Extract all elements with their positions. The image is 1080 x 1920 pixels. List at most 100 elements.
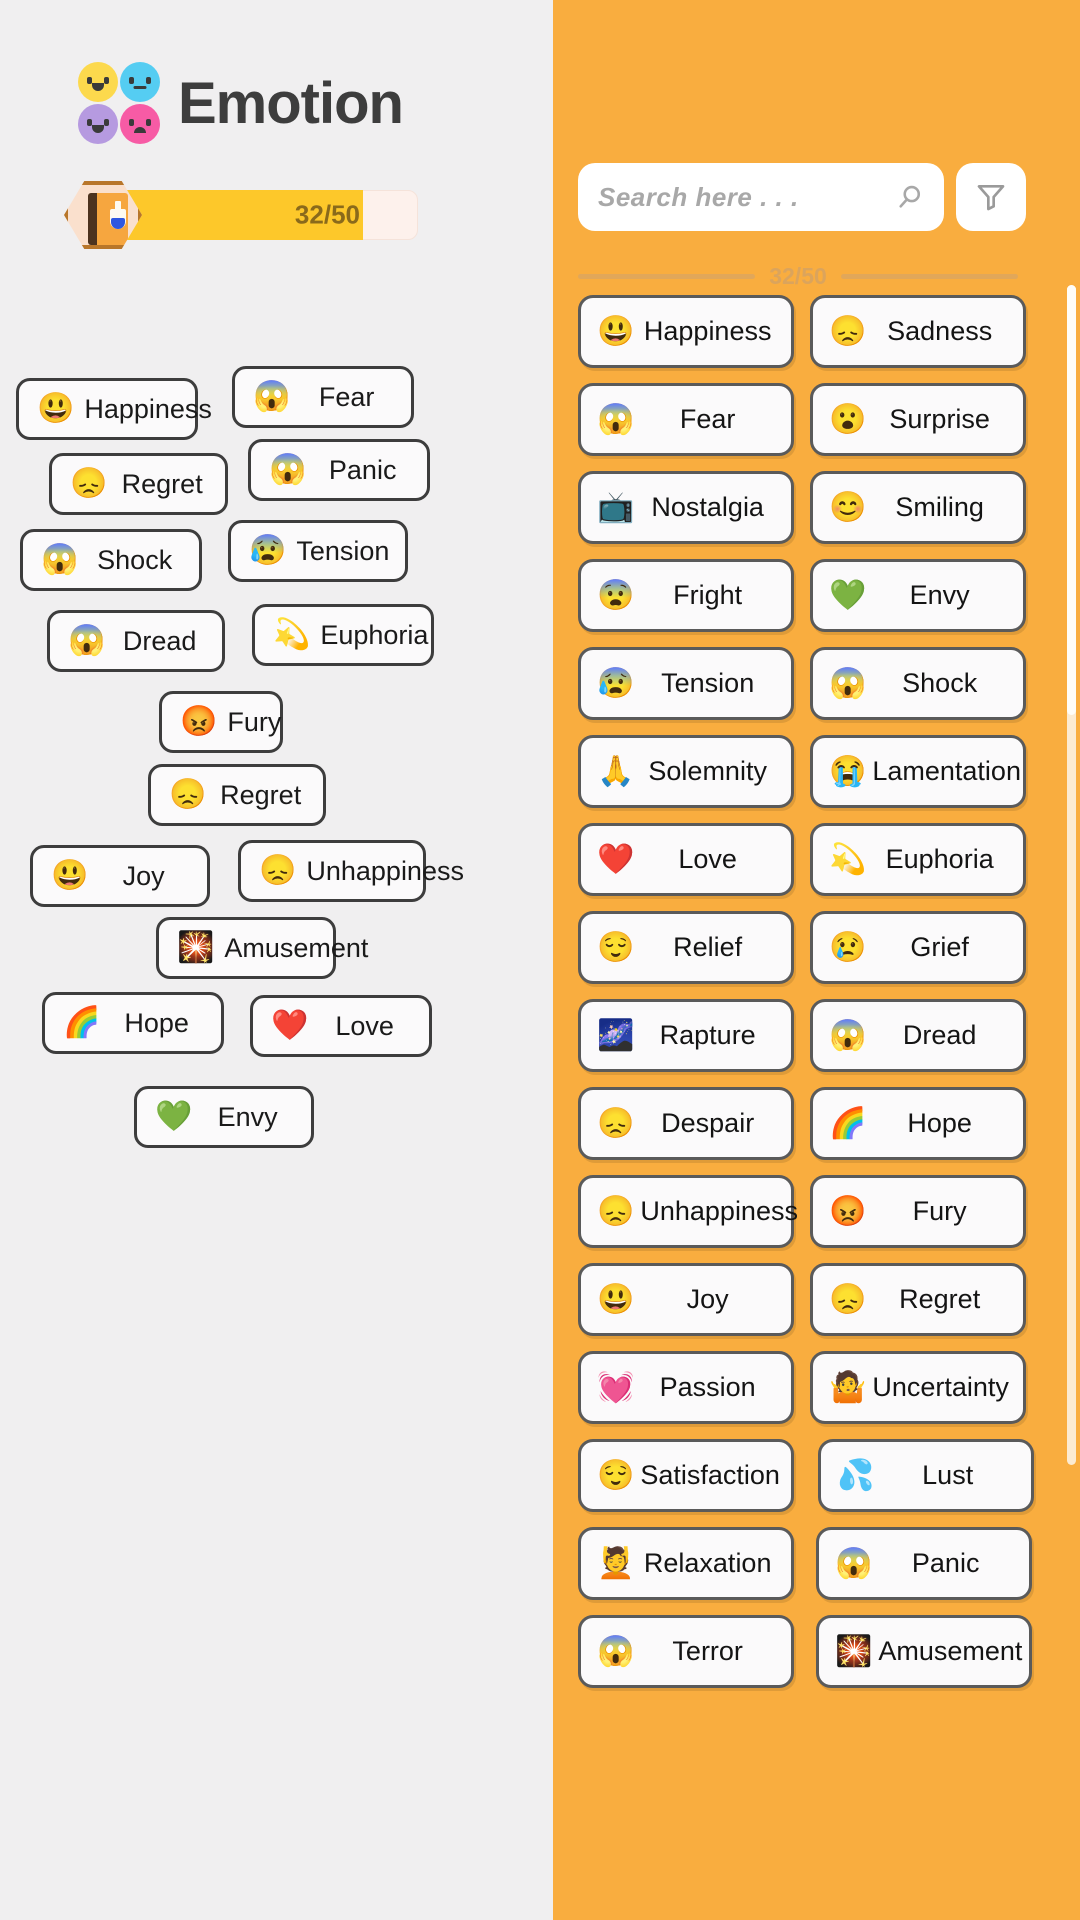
list-row: 😨 Fright 💚 Envy bbox=[553, 559, 1080, 632]
emotion-chip[interactable]: 🎇 Amusement bbox=[156, 917, 368, 979]
logo-face-yellow bbox=[78, 62, 118, 102]
list-row: 💆 Relaxation 😱 Panic bbox=[553, 1527, 1080, 1600]
list-item-label: Lamentation bbox=[872, 756, 1021, 786]
list-item-label: Rapture bbox=[659, 1020, 756, 1050]
search-input[interactable]: Search here . . . bbox=[598, 182, 896, 213]
list-item[interactable]: 😱 Panic bbox=[816, 1527, 1032, 1600]
list-item[interactable]: 😱 Shock bbox=[810, 647, 1026, 720]
list-item-label: Fury bbox=[912, 1196, 967, 1226]
list-item-label: Nostalgia bbox=[651, 492, 764, 522]
chip-emoji-icon: 😞 bbox=[169, 778, 207, 811]
list-item[interactable]: 📺 Nostalgia bbox=[578, 471, 794, 544]
list-item[interactable]: 🙏 Solemnity bbox=[578, 735, 794, 808]
list-item[interactable]: 😞 Sadness bbox=[810, 295, 1026, 368]
list-item-label: Relaxation bbox=[643, 1548, 772, 1578]
list-item[interactable]: 🎇 Amusement bbox=[816, 1615, 1032, 1688]
search-input-wrapper[interactable]: Search here . . . bbox=[578, 163, 944, 231]
list-item[interactable]: ❤️ Love bbox=[578, 823, 794, 896]
emotion-chip[interactable]: 😱 Fear bbox=[232, 366, 414, 428]
list-item-emoji-icon: 😃 bbox=[597, 314, 635, 348]
emotion-chip[interactable]: 😰 Tension bbox=[228, 520, 408, 582]
emotion-chip[interactable]: 💚 Envy bbox=[134, 1086, 314, 1148]
list-item-label: Relief bbox=[673, 932, 743, 962]
search-row: Search here . . . bbox=[578, 163, 1026, 231]
list-item[interactable]: 😮 Surprise bbox=[810, 383, 1026, 456]
list-item[interactable]: 💚 Envy bbox=[810, 559, 1026, 632]
list-item[interactable]: 🌌 Rapture bbox=[578, 999, 794, 1072]
list-item[interactable]: 😃 Happiness bbox=[578, 295, 794, 368]
chip-label: Fury bbox=[227, 706, 282, 737]
emotion-chip[interactable]: 😱 Dread bbox=[47, 610, 225, 672]
list-item[interactable]: 💆 Relaxation bbox=[578, 1527, 794, 1600]
list-item[interactable]: 💓 Passion bbox=[578, 1351, 794, 1424]
scrollbar-thumb[interactable] bbox=[1067, 285, 1076, 715]
list-item-emoji-icon: 😃 bbox=[597, 1282, 635, 1316]
list-item[interactable]: 💫 Euphoria bbox=[810, 823, 1026, 896]
search-icon[interactable] bbox=[896, 183, 924, 211]
emotion-chip[interactable]: 🌈 Hope bbox=[42, 992, 224, 1054]
list-item-emoji-icon: 😨 bbox=[597, 578, 635, 612]
emotion-chip[interactable]: 😱 Panic bbox=[248, 439, 430, 501]
list-item[interactable]: 😞 Regret bbox=[810, 1263, 1026, 1336]
list-item-label: Amusement bbox=[878, 1636, 1023, 1666]
emotion-chip[interactable]: 😞 Regret bbox=[148, 764, 326, 826]
list-item[interactable]: 😞 Unhappiness bbox=[578, 1175, 798, 1248]
list-item[interactable]: 😨 Fright bbox=[578, 559, 794, 632]
emotion-chip[interactable]: 😱 Shock bbox=[20, 529, 202, 591]
emotion-chip[interactable]: 😡 Fury bbox=[159, 691, 283, 753]
chip-emoji-icon: 😡 bbox=[180, 705, 218, 738]
emotion-list: 😃 Happiness 😞 Sadness 😱 Fear 😮 Surprise 📺 Nostalg… bbox=[553, 295, 1080, 1920]
chip-emoji-icon: 💚 bbox=[155, 1100, 193, 1133]
list-item-label: Satisfaction bbox=[640, 1460, 780, 1490]
list-item[interactable]: 😱 Fear bbox=[578, 383, 794, 456]
divider: 32/50 bbox=[578, 258, 1018, 294]
four-emoji-faces-icon bbox=[78, 62, 162, 146]
left-panel: Emotion 32/50 😃 Happiness 😱 Fear 😞 Regret 😱 Pan… bbox=[0, 0, 553, 1920]
list-item[interactable]: 😌 Relief bbox=[578, 911, 794, 984]
list-item[interactable]: 😊 Smiling bbox=[810, 471, 1026, 544]
chip-label: Hope bbox=[124, 1007, 189, 1038]
list-item[interactable]: 😞 Despair bbox=[578, 1087, 794, 1160]
list-item-emoji-icon: 💓 bbox=[597, 1370, 635, 1404]
chip-label: Fear bbox=[318, 381, 375, 412]
list-item[interactable]: 🤷 Uncertainty bbox=[810, 1351, 1026, 1424]
chip-label: Joy bbox=[122, 860, 165, 891]
list-item-label: Terror bbox=[672, 1636, 743, 1666]
emotion-chip[interactable]: 😞 Regret bbox=[49, 453, 228, 515]
list-item[interactable]: 😃 Joy bbox=[578, 1263, 794, 1336]
filter-button[interactable] bbox=[956, 163, 1026, 231]
list-item-emoji-icon: 📺 bbox=[597, 490, 635, 524]
emotion-chip[interactable]: ❤️ Love bbox=[250, 995, 432, 1057]
chip-emoji-icon: 😱 bbox=[269, 453, 307, 486]
list-item[interactable]: 😌 Satisfaction bbox=[578, 1439, 794, 1512]
list-item-label: Lust bbox=[922, 1460, 974, 1490]
progress-bar: 32/50 bbox=[64, 181, 418, 249]
list-item-emoji-icon: 😢 bbox=[829, 930, 867, 964]
emotion-chip[interactable]: 💫 Euphoria bbox=[252, 604, 434, 666]
chip-emoji-icon: 😱 bbox=[253, 380, 291, 413]
list-item[interactable]: 🌈 Hope bbox=[810, 1087, 1026, 1160]
list-item-emoji-icon: 😱 bbox=[597, 402, 635, 436]
emotion-chip[interactable]: 😃 Happiness bbox=[16, 378, 212, 440]
chip-label: Regret bbox=[121, 468, 203, 499]
logo-face-pink bbox=[120, 104, 160, 144]
emotion-chip[interactable]: 😃 Joy bbox=[30, 845, 210, 907]
emotion-chip[interactable]: 😞 Unhappiness bbox=[238, 840, 464, 902]
list-row: 😞 Despair 🌈 Hope bbox=[553, 1087, 1080, 1160]
list-item[interactable]: 😡 Fury bbox=[810, 1175, 1026, 1248]
list-item[interactable]: 😱 Terror bbox=[578, 1615, 794, 1688]
list-item-label: Shock bbox=[902, 668, 978, 698]
list-item-label: Panic bbox=[911, 1548, 980, 1578]
list-item-emoji-icon: 💚 bbox=[829, 578, 867, 612]
list-item[interactable]: 😱 Dread bbox=[810, 999, 1026, 1072]
list-row: 😰 Tension 😱 Shock bbox=[553, 647, 1080, 720]
list-item-emoji-icon: 😱 bbox=[829, 666, 867, 700]
list-item[interactable]: 😭 Lamentation bbox=[810, 735, 1026, 808]
list-item[interactable]: 😢 Grief bbox=[810, 911, 1026, 984]
list-item[interactable]: 😰 Tension bbox=[578, 647, 794, 720]
chip-label: Amusement bbox=[224, 932, 369, 963]
list-item-label: Happiness bbox=[643, 316, 772, 346]
list-item-emoji-icon: 😮 bbox=[829, 402, 867, 436]
list-item-emoji-icon: 😞 bbox=[829, 1282, 867, 1316]
list-item[interactable]: 💦 Lust bbox=[818, 1439, 1034, 1512]
